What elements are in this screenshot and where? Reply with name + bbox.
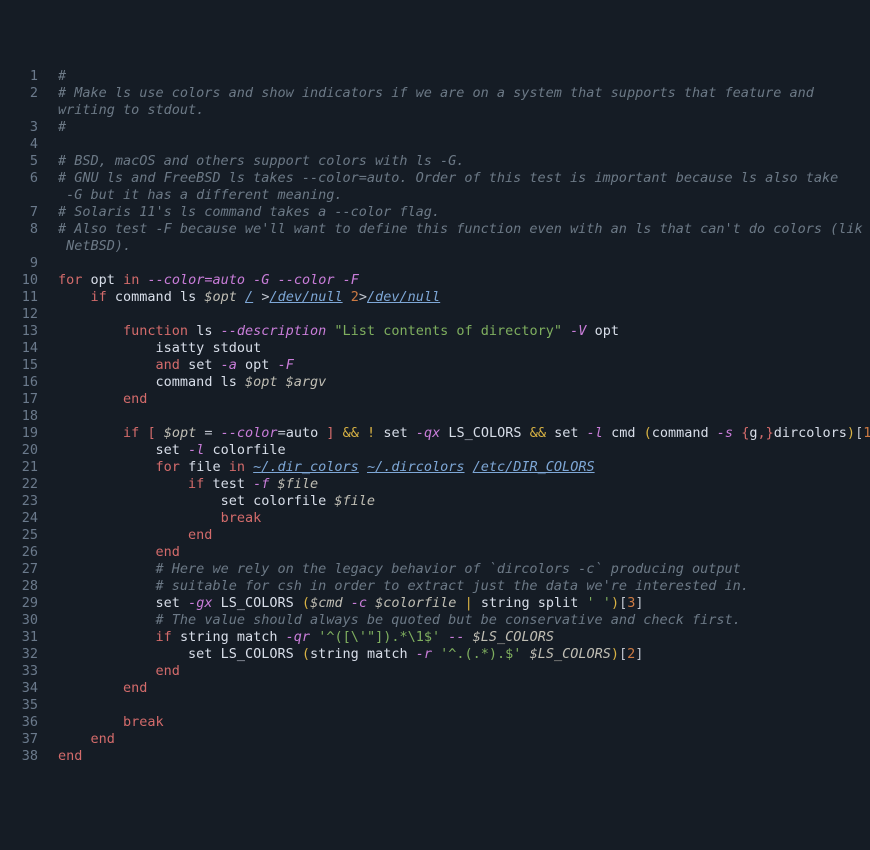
code-line: [58, 306, 870, 323]
line-number: 36: [0, 714, 38, 731]
line-number: 3: [0, 119, 38, 136]
line-number: 34: [0, 680, 38, 697]
code-line: for file in ~/.dir_colors ~/.dircolors /…: [58, 459, 870, 476]
line-number: 26: [0, 544, 38, 561]
line-number: 19: [0, 425, 38, 442]
line-number: 29: [0, 595, 38, 612]
code-line: # Also test -F because we'll want to def…: [58, 221, 870, 238]
line-number: 30: [0, 612, 38, 629]
line-number: 21: [0, 459, 38, 476]
line-number: 23: [0, 493, 38, 510]
line-number: 1: [0, 68, 38, 85]
comment: # The value should always be quoted but …: [156, 612, 741, 628]
code-line: if test -f $file: [58, 476, 870, 493]
line-number: 2: [0, 85, 38, 102]
code-line: and set -a opt -F: [58, 357, 870, 374]
code-line: if string match -qr '^([\'"]).*\1$' -- $…: [58, 629, 870, 646]
line-number: 28: [0, 578, 38, 595]
keyword-in: in: [123, 272, 139, 288]
code-line: end: [58, 748, 870, 765]
code-line: #: [58, 68, 870, 85]
line-number: 11: [0, 289, 38, 306]
line-number: 12: [0, 306, 38, 323]
code-line: end: [58, 391, 870, 408]
line-number: 10: [0, 272, 38, 289]
code-line: # BSD, macOS and others support colors w…: [58, 153, 870, 170]
line-number: 35: [0, 697, 38, 714]
keyword-function: function: [123, 323, 188, 339]
comment: #: [58, 68, 66, 84]
code-line: set LS_COLORS (string match -r '^.(.*).$…: [58, 646, 870, 663]
code-line: #: [58, 119, 870, 136]
comment: # Make ls use colors and show indicators…: [58, 85, 814, 101]
line-number: 9: [0, 255, 38, 272]
line-number: 25: [0, 527, 38, 544]
code-line: [58, 255, 870, 272]
line-number: 32: [0, 646, 38, 663]
line-number: 6: [0, 170, 38, 187]
code-line: [58, 136, 870, 153]
code-line: end: [58, 527, 870, 544]
line-number: 18: [0, 408, 38, 425]
line-number: 24: [0, 510, 38, 527]
line-number: 20: [0, 442, 38, 459]
code-line: # GNU ls and FreeBSD ls takes --color=au…: [58, 170, 870, 187]
comment: # Here we rely on the legacy behavior of…: [156, 561, 741, 577]
code-line: if [ $opt = --color=auto ] && ! set -qx …: [58, 425, 870, 442]
code-line: for opt in --color=auto -G --color -F: [58, 272, 870, 289]
code-line: end: [58, 731, 870, 748]
line-number: 4: [0, 136, 38, 153]
line-number: 16: [0, 374, 38, 391]
comment: # Solaris 11's ls command takes a --colo…: [58, 204, 440, 220]
code-line: set colorfile $file: [58, 493, 870, 510]
code-line: command ls $opt $argv: [58, 374, 870, 391]
code-line: set -gx LS_COLORS ($cmd -c $colorfile | …: [58, 595, 870, 612]
comment: # suitable for csh in order to extract j…: [156, 578, 749, 594]
line-number: 38: [0, 748, 38, 765]
code-line: [58, 408, 870, 425]
code-content[interactable]: ## Make ls use colors and show indicator…: [50, 68, 870, 765]
comment: #: [58, 119, 66, 135]
keyword-for: for: [58, 272, 82, 288]
code-line: # The value should always be quoted but …: [58, 612, 870, 629]
code-line-wrap: NetBSD).: [58, 238, 870, 255]
code-line: # Solaris 11's ls command takes a --colo…: [58, 204, 870, 221]
line-number: 31: [0, 629, 38, 646]
code-line: set -l colorfile: [58, 442, 870, 459]
line-number: 27: [0, 561, 38, 578]
code-line: end: [58, 663, 870, 680]
code-line-wrap: writing to stdout.: [58, 102, 870, 119]
code-line: break: [58, 714, 870, 731]
code-line: isatty stdout: [58, 340, 870, 357]
line-number: 13: [0, 323, 38, 340]
code-editor: 1234567891011121314151617181920212223242…: [0, 68, 870, 765]
code-line: end: [58, 544, 870, 561]
code-line: # Here we rely on the legacy behavior of…: [58, 561, 870, 578]
line-number: 17: [0, 391, 38, 408]
line-number: 14: [0, 340, 38, 357]
code-line: if command ls $opt / >/dev/null 2>/dev/n…: [58, 289, 870, 306]
line-number: 37: [0, 731, 38, 748]
code-line: end: [58, 680, 870, 697]
line-number: 5: [0, 153, 38, 170]
code-line: break: [58, 510, 870, 527]
line-number: 7: [0, 204, 38, 221]
line-number: 15: [0, 357, 38, 374]
code-line-wrap: -G but it has a different meaning.: [58, 187, 870, 204]
line-number: 33: [0, 663, 38, 680]
code-line: function ls --description "List contents…: [58, 323, 870, 340]
comment: # BSD, macOS and others support colors w…: [58, 153, 464, 169]
keyword-if: if: [91, 289, 107, 305]
line-number: 8: [0, 221, 38, 238]
code-line: [58, 697, 870, 714]
line-number-gutter: 1234567891011121314151617181920212223242…: [0, 68, 50, 765]
code-line: # suitable for csh in order to extract j…: [58, 578, 870, 595]
line-number: 22: [0, 476, 38, 493]
code-line: # Make ls use colors and show indicators…: [58, 85, 870, 102]
